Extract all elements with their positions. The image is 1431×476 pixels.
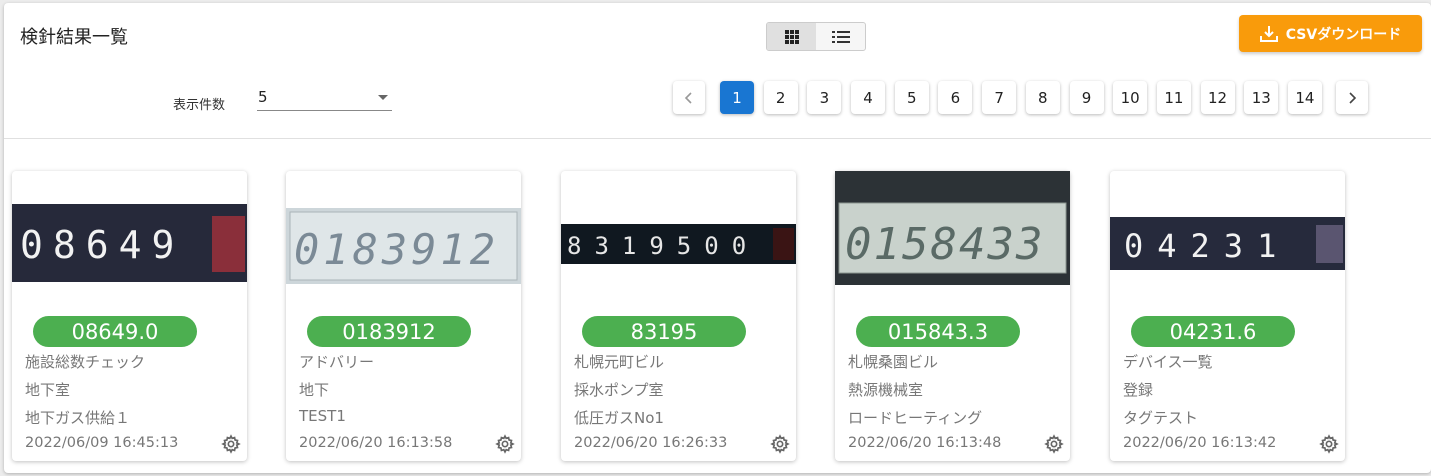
chevron-down-icon [378, 95, 388, 100]
meter-name: 地下ガス供給１ [25, 409, 131, 427]
meter-card[interactable]: 0183912 0183912 アドバリー 地下 TEST1 2022/06/2… [286, 171, 521, 461]
page-button-7[interactable]: 7 [982, 81, 1017, 114]
page-title: 検針結果一覧 [20, 27, 128, 48]
page-button-8[interactable]: 8 [1025, 81, 1060, 114]
page-button-2[interactable]: 2 [763, 81, 798, 114]
timestamp: 2022/06/20 16:13:58 [299, 435, 453, 451]
building-name: デバイス一覧 [1123, 353, 1213, 371]
meter-name: 低圧ガスNo1 [574, 409, 664, 427]
reading-badge: 0183912 [307, 316, 471, 347]
meter-name: タグテスト [1123, 409, 1199, 427]
pagination: 1 2 3 4 5 6 7 8 9 10 11 12 13 14 [673, 81, 1377, 114]
timestamp: 2022/06/09 16:45:13 [25, 435, 179, 451]
location-name: 地下室 [25, 381, 71, 399]
meter-card[interactable]: 04231 04231.6 デバイス一覧 登録 タグテスト 2022/06/20… [1110, 171, 1345, 461]
page-button-12[interactable]: 12 [1200, 81, 1235, 114]
page-button-6[interactable]: 6 [938, 81, 973, 114]
meter-digits: 0158433 [845, 219, 1044, 270]
meter-photo: 0158433 [835, 171, 1070, 285]
csv-download-button[interactable]: CSVダウンロード [1239, 15, 1422, 52]
meter-digits: 8319500 [567, 232, 759, 260]
gear-icon[interactable] [495, 434, 515, 454]
meter-photo: 04231 [1110, 217, 1345, 270]
chevron-right-icon [1349, 91, 1356, 104]
meter-digits: 08649 [20, 223, 184, 267]
page-button-14[interactable]: 14 [1287, 81, 1322, 114]
perpage-select[interactable]: 5 [257, 83, 392, 111]
meter-image-icon: 04231 [1110, 217, 1345, 270]
page-button-1[interactable]: 1 [720, 81, 754, 114]
reading-badge: 83195 [582, 316, 746, 347]
gear-icon[interactable] [1044, 434, 1064, 454]
meter-name: TEST1 [299, 407, 346, 425]
perpage-label: 表示件数 [173, 98, 226, 113]
prev-page-button[interactable] [673, 81, 705, 114]
view-toggle [766, 22, 866, 51]
meter-image-icon: 8319500 [561, 224, 796, 264]
meter-card[interactable]: 0158433 015843.3 札幌桑園ビル 熱源機械室 ロードヒーティング … [835, 171, 1070, 461]
location-name: 地下 [299, 381, 330, 399]
meter-card[interactable]: 08649 08649.0 施設総数チェック 地下室 地下ガス供給１ 2022/… [12, 171, 247, 461]
page-button-10[interactable]: 10 [1113, 81, 1148, 114]
meter-name: ロードヒーティング [848, 409, 983, 427]
next-page-button[interactable] [1335, 81, 1368, 114]
building-name: 札幌桑園ビル [848, 353, 939, 371]
reading-badge: 015843.3 [856, 316, 1020, 347]
page-button-4[interactable]: 4 [851, 81, 886, 114]
meter-photo: 0183912 [286, 208, 521, 284]
gear-icon[interactable] [221, 434, 241, 454]
grid-icon [784, 29, 799, 44]
reading-badge: 08649.0 [33, 316, 197, 347]
download-icon [1259, 25, 1278, 42]
page-button-11[interactable]: 11 [1156, 81, 1191, 114]
timestamp: 2022/06/20 16:26:33 [574, 435, 728, 451]
meter-image-icon: 0183912 [286, 208, 521, 284]
page-button-5[interactable]: 5 [894, 81, 929, 114]
meter-image-icon: 0158433 [835, 171, 1070, 285]
timestamp: 2022/06/20 16:13:48 [848, 435, 1002, 451]
page-button-13[interactable]: 13 [1244, 81, 1279, 114]
meter-digits: 04231 [1124, 227, 1290, 265]
building-name: 施設総数チェック [25, 353, 146, 371]
meter-photo: 8319500 [561, 224, 796, 264]
reading-badge: 04231.6 [1131, 316, 1295, 347]
meter-digits: 0183912 [294, 225, 499, 274]
location-name: 登録 [1123, 381, 1154, 399]
perpage-value: 5 [258, 88, 268, 106]
list-icon [831, 30, 850, 43]
building-name: アドバリー [299, 353, 375, 371]
csv-download-label: CSVダウンロード [1285, 26, 1402, 43]
location-name: 採水ポンプ室 [574, 381, 664, 399]
gear-icon[interactable] [770, 434, 790, 454]
page-button-9[interactable]: 9 [1069, 81, 1104, 114]
list-view-button[interactable] [816, 23, 865, 50]
meter-image-icon: 08649 [12, 204, 247, 282]
meter-photo: 08649 [12, 204, 247, 282]
divider [4, 138, 1431, 139]
grid-view-button[interactable] [767, 23, 816, 50]
gear-icon[interactable] [1319, 434, 1339, 454]
location-name: 熱源機械室 [848, 381, 924, 399]
meter-card[interactable]: 8319500 83195 札幌元町ビル 採水ポンプ室 低圧ガスNo1 2022… [561, 171, 796, 461]
timestamp: 2022/06/20 16:13:42 [1123, 435, 1277, 451]
page-button-3[interactable]: 3 [807, 81, 842, 114]
main-panel: 検針結果一覧 CSVダウンロード 表示件数 5 1 2 3 4 5 6 7 8 … [4, 3, 1431, 473]
chevron-left-icon [684, 91, 692, 104]
building-name: 札幌元町ビル [574, 353, 665, 371]
